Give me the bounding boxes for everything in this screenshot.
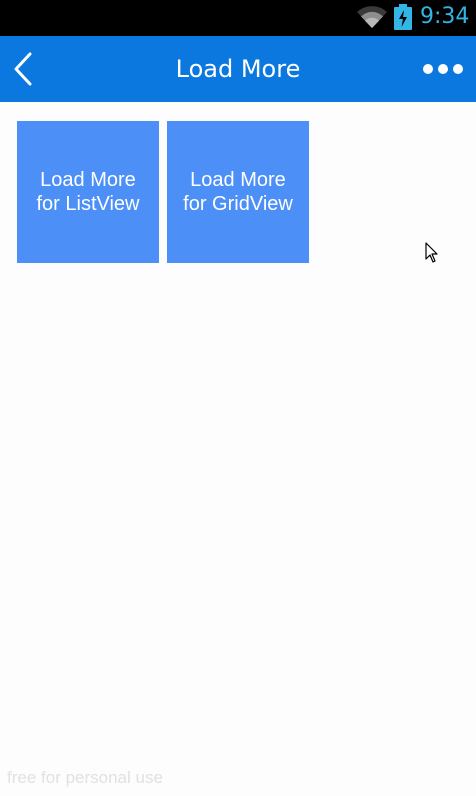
wifi-icon [357,6,387,29]
tile-label: Load More for GridView [183,169,293,215]
page-title: Load More [175,55,301,83]
watermark-text: free for personal use [7,768,163,787]
app-bar: Load More [0,36,476,102]
back-chevron-icon[interactable] [8,50,42,88]
mouse-cursor-icon [425,242,438,263]
load-more-listview-button[interactable]: Load More for ListView [17,121,159,263]
more-dots-icon[interactable] [420,56,466,82]
status-bar: 9:34 [0,0,476,36]
tile-label: Load More for ListView [36,169,140,215]
load-more-gridview-button[interactable]: Load More for GridView [167,121,309,263]
status-time: 9:34 [420,4,470,29]
battery-charging-icon [394,4,412,30]
